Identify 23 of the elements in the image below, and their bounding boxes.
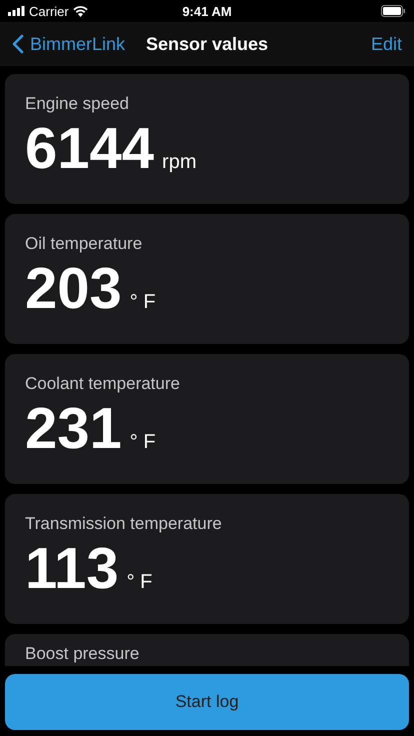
sensor-unit: rpm bbox=[162, 151, 196, 174]
edit-button[interactable]: Edit bbox=[370, 34, 402, 54]
nav-title: Sensor values bbox=[146, 34, 268, 54]
battery-icon bbox=[381, 5, 406, 17]
sensor-value: 203 bbox=[25, 260, 122, 318]
sensor-value: 6144 bbox=[25, 120, 154, 178]
start-log-button[interactable]: Start log bbox=[5, 674, 409, 730]
signal-icon bbox=[8, 6, 25, 16]
sensor-value: 231 bbox=[25, 400, 122, 458]
sensor-label: Engine speed bbox=[25, 94, 129, 114]
chevron-left-icon bbox=[12, 34, 24, 54]
sensor-label: Transmission temperature bbox=[25, 514, 222, 534]
sensor-unit: ° F bbox=[126, 571, 152, 594]
sensor-label: Coolant temperature bbox=[25, 374, 180, 394]
sensor-unit: ° F bbox=[130, 291, 156, 314]
carrier-name: Carrier bbox=[29, 4, 69, 18]
back-button[interactable]: BimmerLink bbox=[12, 34, 126, 54]
sensor-unit: ° F bbox=[130, 431, 156, 454]
sensor-label: Boost pressure bbox=[25, 644, 140, 664]
sensor-value: 113 bbox=[25, 540, 119, 598]
sensor-label: Oil temperature bbox=[25, 234, 142, 254]
status-time: 9:41 AM bbox=[182, 4, 232, 18]
wifi-icon bbox=[72, 6, 88, 16]
